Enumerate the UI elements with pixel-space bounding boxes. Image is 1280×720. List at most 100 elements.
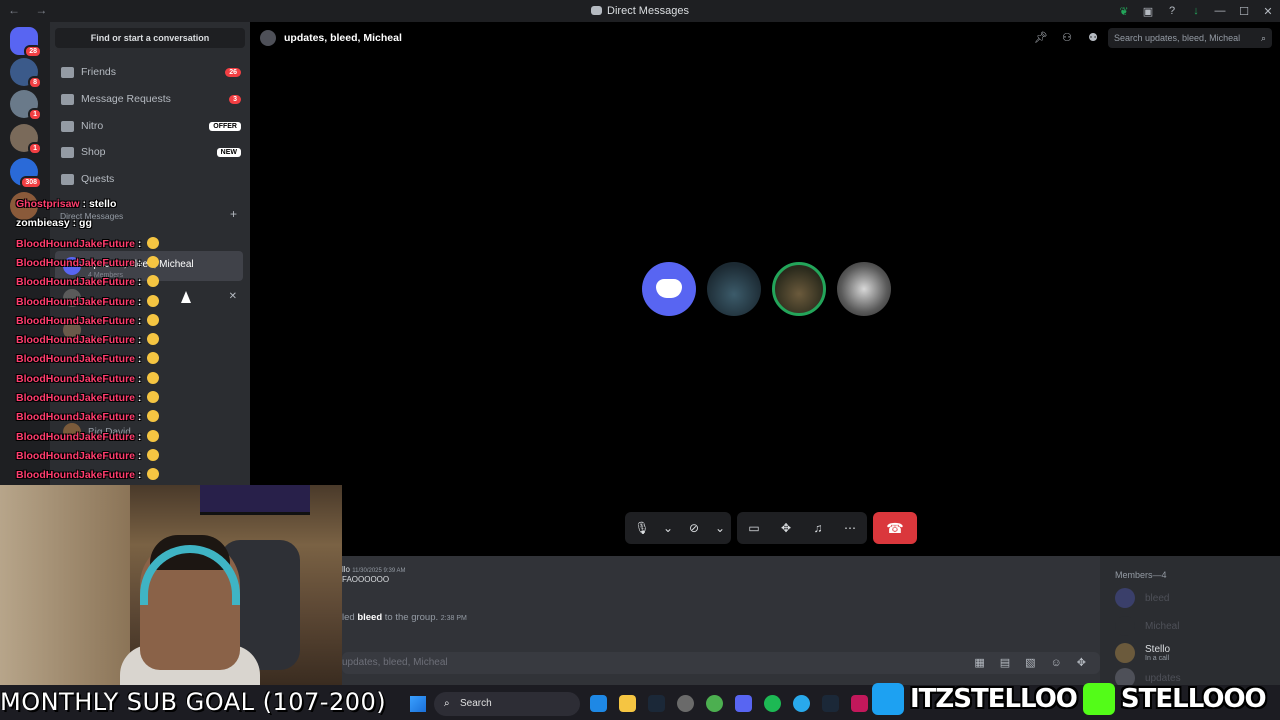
apps-icon[interactable]: ✥ [1077, 652, 1086, 674]
message-author[interactable]: llo [342, 565, 350, 574]
overlay-chat-line: BloodHoundJakeFuture : [16, 352, 160, 366]
chrome-icon[interactable] [706, 695, 723, 712]
emoji-icon [147, 352, 160, 365]
chat-username: BloodHoundJakeFuture [16, 353, 136, 366]
files-icon[interactable] [619, 695, 636, 712]
windows-start-icon[interactable] [410, 696, 426, 712]
call-participants [642, 262, 891, 316]
chat-username: BloodHoundJakeFuture [16, 449, 136, 462]
gif-icon[interactable]: ▤ [1000, 652, 1010, 674]
chevron-down-icon[interactable]: ⌄ [663, 517, 673, 539]
search-input[interactable]: Search updates, bleed, Micheal ⌕ [1108, 28, 1272, 48]
overlay-chat-line: zombieasy : gg [16, 217, 92, 230]
member-item[interactable]: Stello In a call [1115, 643, 1170, 663]
maximize-button[interactable]: ☐ [1232, 5, 1256, 18]
participant-avatar-speaking[interactable] [772, 262, 826, 316]
download-icon[interactable]: ↓ [1184, 5, 1208, 17]
nav-message-requests[interactable]: Message Requests 3 [55, 87, 241, 111]
emoji-icon [147, 468, 160, 481]
emoji-icon [147, 255, 160, 268]
spotify-icon[interactable] [764, 695, 781, 712]
nav-nitro[interactable]: Nitro OFFER [55, 114, 241, 138]
search-icon: ⌕ [1260, 33, 1266, 43]
edge-icon[interactable] [590, 695, 607, 712]
more-icon[interactable]: ⋯ [839, 517, 861, 539]
chat-username: BloodHoundJakeFuture [16, 256, 136, 269]
emoji-icon [147, 448, 160, 461]
chat-message: stello [88, 198, 117, 210]
call-header: updates, bleed, Micheal 📌︎ ⚇ ⚉ Search up… [250, 22, 1280, 54]
create-dm-plus-icon[interactable]: + [230, 207, 237, 221]
members-panel: Members—4 bleed Micheal Stello In a call … [1100, 556, 1280, 688]
soundboard-icon[interactable]: ♫ [807, 517, 829, 539]
member-item[interactable]: bleed [1115, 588, 1169, 608]
message-text: FAOOOOOO [342, 575, 390, 584]
screenshare-icon[interactable]: ▭ [743, 517, 765, 539]
chevron-down-icon[interactable]: ⌄ [715, 517, 725, 539]
participant-avatar[interactable] [642, 262, 696, 316]
hang-up-button[interactable]: ☎ [873, 512, 917, 544]
message-input[interactable]: updates, bleed, Micheal ▦ ▤ ▧ ☺ ✥ [342, 652, 1100, 674]
twitter-icon [872, 683, 904, 715]
app-icon[interactable] [851, 695, 868, 712]
emoji-icon [147, 429, 160, 442]
offer-badge: OFFER [209, 121, 241, 131]
taskbar-search[interactable]: ⌕ Search [434, 692, 580, 716]
inbox-icon[interactable]: ▣ [1136, 5, 1160, 18]
emoji-icon [147, 313, 160, 326]
nav-quests[interactable]: Quests [55, 167, 241, 191]
server-icon[interactable]: 308 [10, 158, 42, 189]
steam-icon[interactable] [648, 695, 665, 712]
members-header: Members—4 [1115, 570, 1167, 580]
quests-icon [61, 173, 74, 185]
nav-friends[interactable]: Friends 26 [55, 60, 241, 84]
close-dm-icon[interactable]: ✕ [229, 291, 237, 302]
sticker-icon[interactable]: ▧ [1025, 652, 1035, 674]
server-icon[interactable]: 1 [10, 124, 42, 155]
settings-icon[interactable] [677, 695, 694, 712]
requests-badge: 3 [229, 94, 241, 104]
discord-taskbar-icon[interactable] [735, 695, 752, 712]
shop-icon [61, 146, 74, 158]
help-icon[interactable]: ? [1160, 5, 1184, 17]
participant-avatar[interactable] [837, 262, 891, 316]
microphone-icon[interactable]: 🎙︎ [631, 517, 653, 539]
nitro-leaf-icon[interactable]: ❦ [1112, 5, 1136, 18]
avatar [1115, 588, 1135, 608]
chat-message: gg [79, 217, 92, 230]
window-title: Direct Messages [0, 5, 1280, 17]
new-badge: NEW [216, 147, 241, 157]
find-conversation-button[interactable]: Find or start a conversation [55, 28, 245, 48]
call-controls: 🎙︎ ⌄ ⊘ ⌄ ▭ ✥ ♫ ⋯ ☎ [625, 512, 917, 544]
server-icon[interactable]: 8 [10, 58, 42, 89]
avatar [1115, 616, 1135, 636]
chat-username: BloodHoundJakeFuture [16, 295, 136, 308]
telegram-icon[interactable] [793, 695, 810, 712]
activities-icon[interactable]: ✥ [775, 517, 797, 539]
steam-icon[interactable] [822, 695, 839, 712]
close-button[interactable]: ✕ [1256, 5, 1280, 18]
server-icon[interactable]: 1 [10, 90, 42, 121]
emoji-icon[interactable]: ☺ [1051, 652, 1062, 674]
kick-icon [1082, 683, 1115, 715]
overlay-chat-line: BloodHoundJakeFuture : [16, 410, 160, 423]
members-icon[interactable]: ⚉ [1086, 31, 1100, 45]
chat-username: BloodHoundJakeFuture [16, 276, 136, 289]
add-friend-icon[interactable]: ⚇ [1060, 31, 1074, 45]
pin-icon[interactable]: 📌︎ [1034, 31, 1048, 45]
overlay-chat-line: BloodHoundJakeFuture : [16, 275, 160, 289]
mouse-cursor [181, 291, 191, 303]
avatar [1115, 643, 1135, 663]
camera-off-icon[interactable]: ⊘ [683, 517, 705, 539]
member-item[interactable]: Micheal [1115, 616, 1179, 636]
overlay-chat-line: BloodHoundJakeFuture : [16, 468, 160, 481]
minimize-button[interactable]: — [1208, 5, 1232, 17]
chat-username: BloodHoundJakeFuture [16, 237, 136, 250]
emoji-icon [147, 371, 160, 384]
nav-shop[interactable]: Shop NEW [55, 140, 241, 164]
participant-avatar[interactable] [707, 262, 761, 316]
gift-icon[interactable]: ▦ [974, 652, 984, 674]
chat-username: BloodHoundJakeFuture [16, 314, 136, 327]
home-server-icon[interactable]: 28 [10, 27, 42, 58]
friends-badge: 26 [225, 67, 241, 77]
